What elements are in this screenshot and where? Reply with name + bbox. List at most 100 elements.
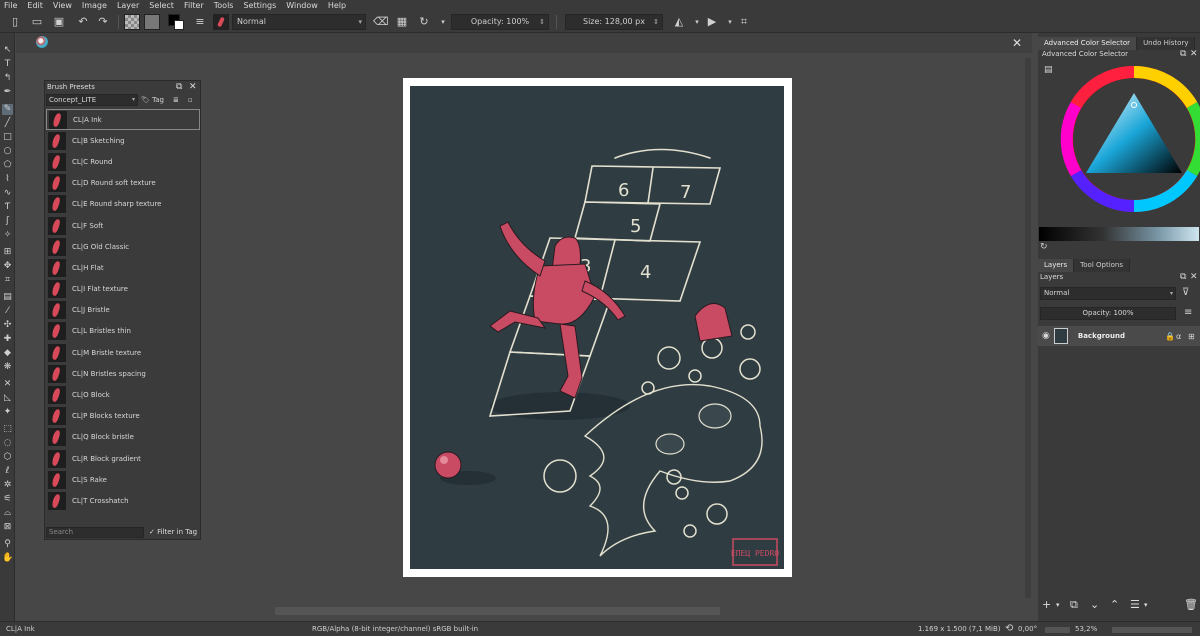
menu-layer[interactable]: Layer [117,1,139,10]
artwork-canvas[interactable]: 6 7 5 3 4 ЕПЕЦ PEDRO [410,86,784,569]
menu-settings[interactable]: Settings [243,1,276,10]
polygonal-selection-icon[interactable]: ⬡ [2,452,13,463]
gradient-tool-icon[interactable]: ▤ [2,292,13,303]
brush-settings-icon[interactable]: ≡ [193,15,207,29]
brush-preset-item[interactable]: CL|Q Block bristle [46,427,200,448]
layer-properties-icon[interactable]: ☰ [1130,598,1140,611]
bezier-tool-icon[interactable]: ∿ [2,188,13,199]
fill-gradient-swatch[interactable] [124,14,140,30]
menu-filter[interactable]: Filter [184,1,204,10]
pattern-swatch[interactable] [144,14,160,30]
brush-preset-item[interactable]: CL|P Blocks texture [46,406,200,427]
duplicate-layer-icon[interactable]: ⧉ [1070,598,1078,612]
select-shapes-tool-icon[interactable]: ↖ [2,45,13,56]
close-icon[interactable]: ✕ [1190,272,1198,282]
similar-color-selection-icon[interactable]: ⚟ [2,494,13,505]
tab-advanced-color-selector[interactable]: Advanced Color Selector [1038,37,1138,50]
move-up-icon[interactable]: ⌃ [1110,598,1119,611]
chevron-down-icon[interactable]: ▾ [436,15,450,29]
chevron-down-icon[interactable]: ▾ [1056,601,1060,609]
close-icon[interactable]: ✕ [1012,36,1022,50]
enclose-fill-tool-icon[interactable]: ❋ [2,362,13,373]
undo-icon[interactable]: ↶ [76,15,90,29]
blend-mode-select[interactable]: Normal ▾ [232,14,366,30]
rectangle-tool-icon[interactable]: □ [2,132,13,143]
brush-preset-item[interactable]: CL|N Bristles spacing [46,363,200,384]
tab-layers[interactable]: Layers [1038,259,1075,272]
menu-tools[interactable]: Tools [214,1,234,10]
layer-row-background[interactable]: ◉ Background 🔒 α ⊞ [1038,326,1200,346]
float-icon[interactable]: ⧉ [176,81,182,93]
freehand-path-tool-icon[interactable]: Ƭ [2,202,13,213]
mirror-horizontal-icon[interactable]: ◭ [672,15,686,29]
tag-button[interactable]: 🏷 Tag [141,94,164,106]
fill-tool-icon[interactable]: ◆ [2,348,13,359]
ellipse-tool-icon[interactable]: ○ [2,146,13,157]
tab-tool-options[interactable]: Tool Options [1074,259,1131,272]
menu-edit[interactable]: Edit [27,1,43,10]
dynamic-brush-tool-icon[interactable]: ʃ [2,216,13,227]
bezier-selection-icon[interactable]: ⌓ [2,508,13,519]
move-down-icon[interactable]: ⌄ [1090,598,1099,611]
brush-preset-item[interactable]: CL|O Block [46,384,200,405]
freehand-selection-icon[interactable]: ℓ [2,466,13,477]
polyline-tool-icon[interactable]: ⌇ [2,174,13,185]
reference-images-tool-icon[interactable]: ✦ [2,407,13,418]
vertical-scrollbar[interactable] [1025,58,1031,598]
layer-opacity-slider[interactable]: Opacity: 100% [1040,307,1176,320]
layer-blend-mode-select[interactable]: Normal ▾ [1040,287,1176,300]
brush-preset-item[interactable]: CL|A Ink [46,109,200,131]
colorize-mask-tool-icon[interactable]: ✣ [2,320,13,331]
contiguous-selection-icon[interactable]: ✲ [2,480,13,491]
elliptical-selection-icon[interactable]: ◌ [2,438,13,449]
crop-tool-icon[interactable]: ⌗ [2,275,13,286]
search-input[interactable]: Search [46,527,144,538]
brush-preset-item[interactable]: CL|L Bristles thin [46,321,200,342]
rotate-icon[interactable]: ⟲ [1005,623,1013,634]
transform-tool-icon[interactable]: ⊞ [2,247,13,258]
opacity-slider[interactable]: Opacity: 100% ⇕ [451,14,549,30]
save-icon[interactable]: ▣ [52,15,66,29]
color-wheel[interactable] [1042,63,1200,215]
close-icon[interactable]: ✕ [189,81,197,93]
wrap-around-icon[interactable]: ⌗ [737,15,751,29]
redo-icon[interactable]: ↷ [96,15,110,29]
color-picker-tool-icon[interactable]: ⁄ [2,306,13,317]
brush-preset-item[interactable]: CL|G Old Classic [46,236,200,257]
assistant-tool-icon[interactable]: ✕ [2,379,13,390]
brush-preset-item[interactable]: CL|F Soft [46,215,200,236]
filter-in-tag-checkbox[interactable]: ✓ Filter in Tag [149,527,197,538]
brush-preset-item[interactable]: CL|D Round soft texture [46,173,200,194]
refresh-icon[interactable]: ↻ [1040,242,1048,252]
chevron-down-icon[interactable]: ▾ [690,15,704,29]
brush-preset-item[interactable]: CL|J Bristle [46,300,200,321]
eye-icon[interactable]: ◉ [1042,331,1050,341]
brush-preset-item[interactable]: CL|T Crosshatch [46,490,200,511]
text-tool-icon[interactable]: T [2,59,13,70]
zoom-tool-icon[interactable]: ⚲ [2,539,13,550]
color-history-bar[interactable] [1039,227,1199,241]
polygon-tool-icon[interactable]: ⬠ [2,160,13,171]
line-tool-icon[interactable]: ╱ [2,118,13,129]
settings-icon[interactable]: ▫ [188,94,193,106]
lock-icon[interactable]: 🔒 [1165,332,1175,341]
preset-set-select[interactable]: Concept_LITE ▾ [46,94,138,106]
tab-undo-history[interactable]: Undo History [1137,37,1196,50]
add-layer-icon[interactable]: + [1042,598,1051,611]
brush-preset-item[interactable]: CL|C Round [46,151,200,172]
menu-image[interactable]: Image [82,1,107,10]
mirror-vertical-icon[interactable]: ▶ [705,15,719,29]
inherit-alpha-icon[interactable]: ⊞ [1188,332,1195,341]
edit-shapes-tool-icon[interactable]: ↰ [2,73,13,84]
float-icon[interactable]: ⧉ [1180,49,1186,59]
pan-tool-icon[interactable]: ✋ [2,553,13,564]
rectangular-selection-icon[interactable]: ⬚ [2,424,13,435]
freehand-brush-tool-icon[interactable]: ✎ [2,104,13,115]
new-document-icon[interactable]: ▯ [8,15,22,29]
brush-preset-item[interactable]: CL|R Block gradient [46,448,200,469]
menu-view[interactable]: View [53,1,72,10]
zoom-slider[interactable] [1112,627,1192,633]
menu-file[interactable]: File [4,1,17,10]
menu-window[interactable]: Window [286,1,318,10]
reload-preset-icon[interactable]: ↻ [417,15,431,29]
